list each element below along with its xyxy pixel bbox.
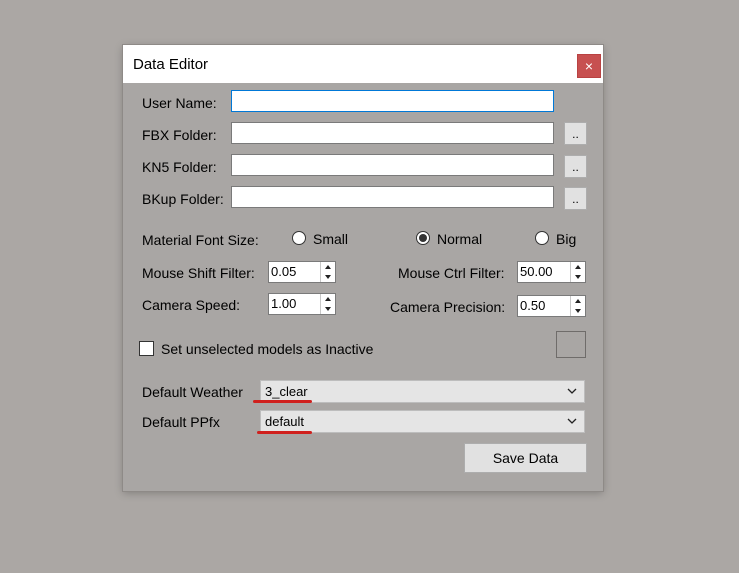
stepper-up-icon[interactable] xyxy=(321,294,335,304)
set-inactive-checkbox[interactable] xyxy=(139,341,154,356)
default-ppfx-label: Default PPfx xyxy=(142,414,220,430)
close-button[interactable]: × xyxy=(577,54,601,78)
chevron-down-icon xyxy=(567,388,577,394)
font-size-small-radio[interactable] xyxy=(292,231,306,245)
material-font-size-label: Material Font Size: xyxy=(142,232,259,248)
annotation-underline xyxy=(257,431,312,434)
stepper-down-icon[interactable] xyxy=(571,272,585,282)
font-size-big-radio[interactable] xyxy=(535,231,549,245)
fbx-folder-input[interactable] xyxy=(231,122,554,144)
annotation-underline xyxy=(253,400,312,403)
camera-speed-value: 1.00 xyxy=(271,296,297,311)
font-size-normal-radio[interactable] xyxy=(416,231,430,245)
color-swatch[interactable] xyxy=(556,331,586,358)
stepper-arrows xyxy=(570,262,585,282)
bkup-folder-input[interactable] xyxy=(231,186,554,208)
user-name-input[interactable] xyxy=(231,90,554,112)
stepper-up-icon[interactable] xyxy=(571,262,585,272)
title-bar[interactable]: Data Editor × xyxy=(123,45,603,83)
bkup-browse-button[interactable]: .. xyxy=(564,187,587,210)
bkup-folder-label: BKup Folder: xyxy=(142,191,224,207)
default-weather-label: Default Weather xyxy=(142,384,243,400)
camera-precision-label: Camera Precision: xyxy=(390,299,506,315)
camera-precision-value: 0.50 xyxy=(520,298,546,313)
font-size-small-label[interactable]: Small xyxy=(313,231,348,247)
kn5-folder-label: KN5 Folder: xyxy=(142,159,217,175)
stepper-arrows xyxy=(320,294,335,314)
chevron-down-icon xyxy=(567,418,577,424)
stepper-up-icon[interactable] xyxy=(321,262,335,272)
font-size-normal-label[interactable]: Normal xyxy=(437,231,482,247)
mouse-shift-filter-label: Mouse Shift Filter: xyxy=(142,265,255,281)
camera-precision-stepper[interactable]: 0.50 xyxy=(517,295,586,317)
window-title: Data Editor xyxy=(133,56,209,73)
stepper-arrows xyxy=(570,296,585,316)
font-size-big-label[interactable]: Big xyxy=(556,231,576,247)
mouse-ctrl-filter-stepper[interactable]: 50.00 xyxy=(517,261,586,283)
stepper-down-icon[interactable] xyxy=(321,272,335,282)
stepper-up-icon[interactable] xyxy=(571,296,585,306)
stepper-arrows xyxy=(320,262,335,282)
close-icon: × xyxy=(584,58,594,74)
default-weather-value: 3_clear xyxy=(265,384,308,399)
save-data-button[interactable]: Save Data xyxy=(464,443,587,473)
stepper-down-icon[interactable] xyxy=(321,304,335,314)
stepper-down-icon[interactable] xyxy=(571,306,585,316)
mouse-shift-filter-value: 0.05 xyxy=(271,264,297,279)
fbx-folder-label: FBX Folder: xyxy=(142,127,217,143)
camera-speed-label: Camera Speed: xyxy=(142,297,241,313)
mouse-ctrl-filter-value: 50.00 xyxy=(520,264,553,279)
set-inactive-label[interactable]: Set unselected models as Inactive xyxy=(161,341,373,357)
mouse-ctrl-filter-label: Mouse Ctrl Filter: xyxy=(398,265,505,281)
default-ppfx-value: default xyxy=(265,414,305,429)
kn5-folder-input[interactable] xyxy=(231,154,554,176)
mouse-shift-filter-stepper[interactable]: 0.05 xyxy=(268,261,336,283)
data-editor-window: Data Editor × User Name: FBX Folder: .. … xyxy=(123,45,603,491)
default-ppfx-select[interactable]: default xyxy=(260,410,585,433)
fbx-browse-button[interactable]: .. xyxy=(564,122,587,145)
kn5-browse-button[interactable]: .. xyxy=(564,155,587,178)
camera-speed-stepper[interactable]: 1.00 xyxy=(268,293,336,315)
user-name-label: User Name: xyxy=(142,95,217,111)
